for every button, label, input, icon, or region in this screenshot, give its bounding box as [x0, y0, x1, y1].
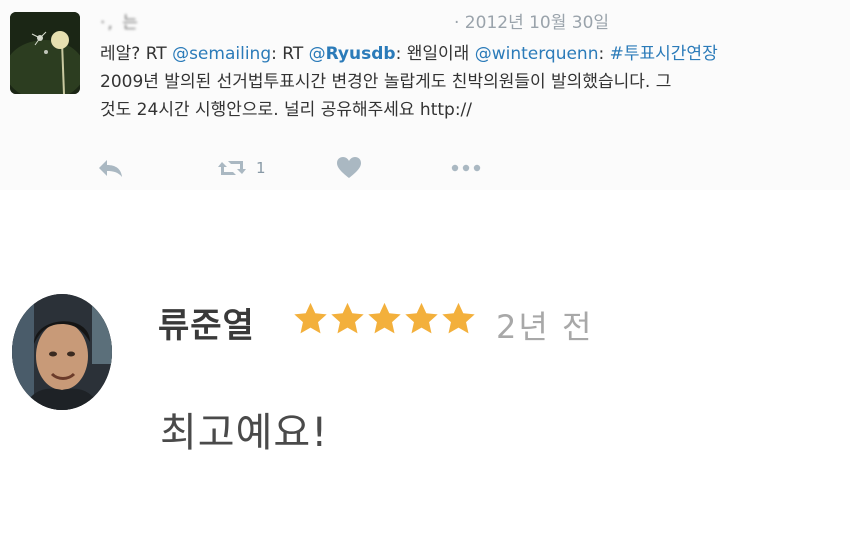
tweet-timestamp[interactable]: · 2012년 10월 30일	[454, 8, 609, 33]
tweet-card: ·, 는 · 2012년 10월 30일 레알? RT @semailing: …	[0, 0, 850, 190]
hashtag-link[interactable]: #투표시간연장	[610, 44, 718, 64]
tweet-author-name[interactable]: ·, 는	[100, 8, 140, 33]
more-dots-icon	[450, 162, 482, 174]
mention-username: Ryusdb	[325, 44, 396, 64]
mention-link[interactable]: @winterquenn	[475, 44, 599, 64]
tweet-text-separator: :	[598, 44, 610, 64]
retweet-button[interactable]: 1	[216, 152, 266, 184]
star-icon	[294, 302, 327, 334]
mention-at-sign: @	[308, 44, 326, 64]
review-card: 류준열 2년 전 최고예요!	[0, 190, 850, 550]
heart-icon	[336, 156, 362, 180]
like-button[interactable]	[336, 152, 362, 184]
tweet-text-line: 2009년 발의된 선거법투표시간 변경안 놀랍게도 친박의원들이 발의했습니다…	[100, 72, 672, 92]
tweet-text-separator: : RT	[271, 44, 309, 64]
star-icon	[442, 302, 475, 334]
star-rating	[292, 300, 477, 340]
tweet-text-line: 것도 24시간 시행안으로. 널리 공유해주세요 http://	[100, 100, 473, 120]
star-icon	[405, 302, 438, 334]
tweet-text: 레알? RT @semailing: RT @Ryusdb: 왠일이래 @win…	[100, 40, 840, 124]
retweet-icon	[216, 156, 248, 180]
tweet-text-prefix: 레알? RT	[100, 44, 173, 64]
mention-link[interactable]: @semailing	[172, 44, 271, 64]
reply-button[interactable]	[96, 152, 124, 184]
tweet-header: ·, 는 · 2012년 10월 30일	[100, 8, 609, 34]
reply-arrow-icon	[96, 156, 124, 180]
more-button[interactable]	[450, 152, 482, 184]
review-text: 최고예요!	[160, 410, 329, 456]
reviewer-avatar[interactable]	[12, 294, 112, 410]
review-timestamp: 2년 전	[496, 308, 594, 346]
reviewer-name[interactable]: 류준열	[158, 298, 255, 347]
star-icon	[368, 302, 401, 334]
retweet-count: 1	[256, 159, 266, 177]
mention-link[interactable]: @Ryusdb	[309, 44, 396, 64]
tweet-author-avatar[interactable]	[10, 12, 80, 94]
tweet-text-separator: : 왠일이래	[395, 44, 475, 64]
star-icon	[331, 302, 364, 334]
